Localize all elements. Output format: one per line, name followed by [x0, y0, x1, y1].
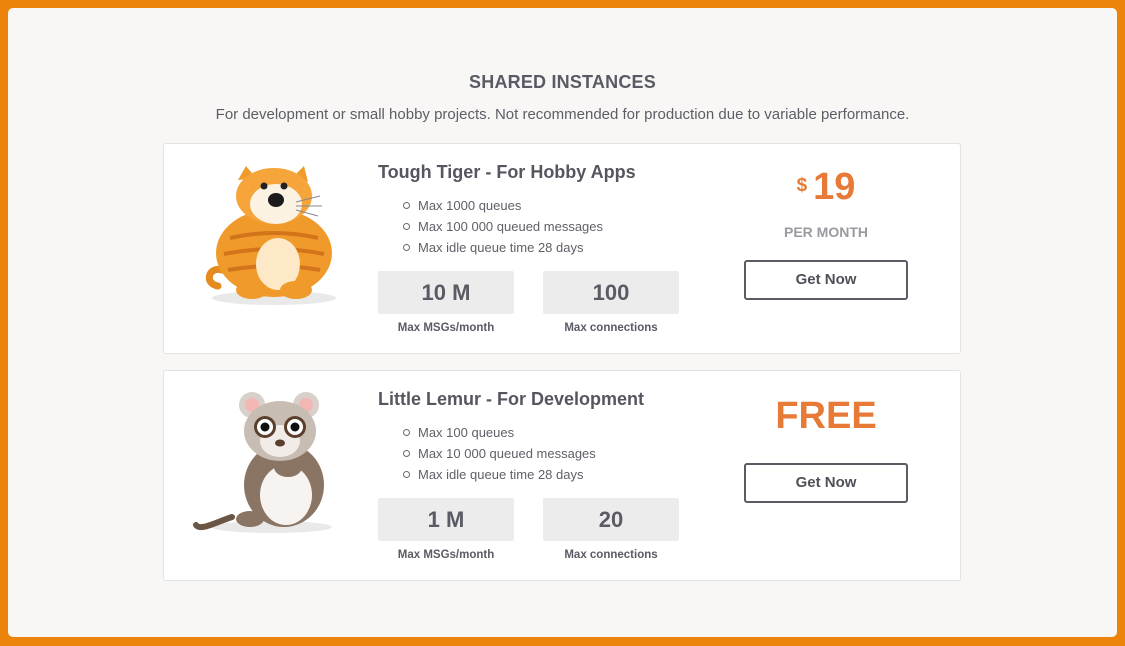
stat-value: 100 [543, 271, 679, 314]
lemur-mascot-icon [193, 392, 332, 533]
feature-item: Max 100 queues [403, 422, 596, 443]
stat-max-msgs: 10 M Max MSGs/month [378, 271, 514, 334]
plan-price: $19 [744, 166, 908, 209]
stat-max-msgs: 1 M Max MSGs/month [378, 498, 514, 561]
get-now-button[interactable]: Get Now [744, 463, 908, 503]
tiger-mascot-icon [205, 166, 336, 305]
section-title: SHARED INSTANCES [469, 72, 656, 92]
stat-value: 10 M [378, 271, 514, 314]
price-period: PER MONTH [784, 224, 868, 240]
currency-symbol: $ [796, 175, 808, 197]
feature-item: Max idle queue time 28 days [403, 464, 596, 485]
stat-label: Max MSGs/month [397, 322, 495, 334]
plan-card-tough-tiger: Tough Tiger - For Hobby Apps Max 1000 qu… [163, 143, 961, 354]
section-description: For development or small hobby projects.… [215, 106, 910, 123]
stat-label: Max connections [564, 549, 658, 561]
stat-max-connections: 100 Max connections [543, 271, 679, 334]
feature-item: Max 10 000 queued messages [403, 443, 596, 464]
plan-card-little-lemur: Little Lemur - For Development Max 100 q… [163, 370, 961, 581]
feature-item: Max 1000 queues [402, 195, 603, 216]
feature-list: Max 100 queues Max 10 000 queued message… [378, 422, 596, 485]
price-amount: 19 [813, 166, 856, 208]
plan-price: FREE [775, 395, 877, 437]
feature-list: Max 1000 queues Max 100 000 queued messa… [378, 195, 603, 258]
plan-title: Tough Tiger - For Hobby Apps [378, 162, 636, 182]
feature-item: Max 100 000 queued messages [402, 216, 603, 237]
feature-item: Max idle queue time 28 days [402, 237, 603, 258]
stat-value: 1 M [378, 498, 514, 541]
stat-label: Max connections [564, 322, 658, 334]
stat-label: Max MSGs/month [397, 549, 495, 561]
stat-value: 20 [543, 498, 679, 541]
stat-max-connections: 20 Max connections [543, 498, 679, 561]
plan-title: Little Lemur - For Development [378, 389, 645, 409]
get-now-button[interactable]: Get Now [744, 260, 908, 300]
